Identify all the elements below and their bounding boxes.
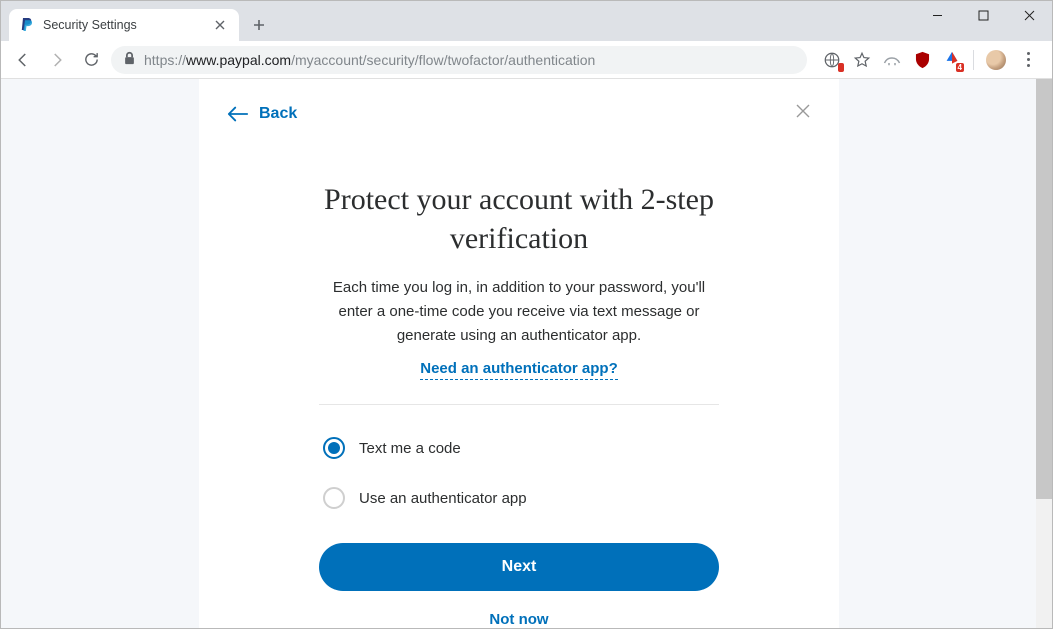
downloader-extension-icon[interactable]: 4 [943,51,961,69]
tab-title: Security Settings [43,18,211,32]
back-link[interactable]: Back [227,105,297,123]
radio-unselected-icon [323,487,345,509]
profile-avatar[interactable] [986,50,1006,70]
next-button[interactable]: Next [319,543,719,591]
main-content: Protect your account with 2-step verific… [319,180,719,628]
scrollbar-thumb[interactable] [1036,79,1052,499]
translate-extension-icon[interactable] [823,51,841,69]
extension-badge-count: 4 [956,63,964,72]
bookmark-star-icon[interactable] [853,51,871,69]
verification-options: Text me a code Use an authenticator app [319,423,719,523]
page-heading: Protect your account with 2-step verific… [319,180,719,258]
option-label: Text me a code [359,440,461,457]
radio-selected-icon [323,437,345,459]
page-viewport: Back Protect your account with 2-step ve… [1,79,1052,628]
url-text: https://www.paypal.com/myaccount/securit… [144,52,595,68]
divider [319,404,719,405]
back-link-label: Back [259,105,297,123]
window-close-button[interactable] [1006,1,1052,29]
privacy-extension-icon[interactable] [883,51,901,69]
nav-forward-button[interactable] [43,46,71,74]
window-controls [914,1,1052,29]
page-description: Each time you log in, in addition to you… [319,276,719,348]
browser-window: Security Settings https://www [0,0,1053,629]
option-text-code[interactable]: Text me a code [323,423,715,473]
lock-icon [123,51,136,68]
content-panel: Back Protect your account with 2-step ve… [199,79,839,628]
extension-badge [838,63,844,72]
tab-close-icon[interactable] [211,18,229,33]
browser-menu-button[interactable] [1018,52,1038,67]
browser-toolbar: https://www.paypal.com/myaccount/securit… [1,41,1052,79]
not-now-link[interactable]: Not now [319,611,719,628]
ublock-extension-icon[interactable] [913,51,931,69]
close-panel-icon[interactable] [795,103,811,124]
option-label: Use an authenticator app [359,490,527,507]
address-bar[interactable]: https://www.paypal.com/myaccount/securit… [111,46,807,74]
titlebar: Security Settings [1,1,1052,41]
browser-tab[interactable]: Security Settings [9,9,239,41]
window-maximize-button[interactable] [960,1,1006,29]
scrollbar-track[interactable] [1036,79,1052,628]
help-link[interactable]: Need an authenticator app? [420,360,618,380]
option-authenticator-app[interactable]: Use an authenticator app [323,473,715,523]
nav-reload-button[interactable] [77,46,105,74]
toolbar-separator [973,50,974,70]
new-tab-button[interactable] [245,11,273,39]
window-minimize-button[interactable] [914,1,960,29]
paypal-favicon-icon [19,17,35,33]
extension-icons: 4 [813,50,1044,70]
nav-back-button[interactable] [9,46,37,74]
